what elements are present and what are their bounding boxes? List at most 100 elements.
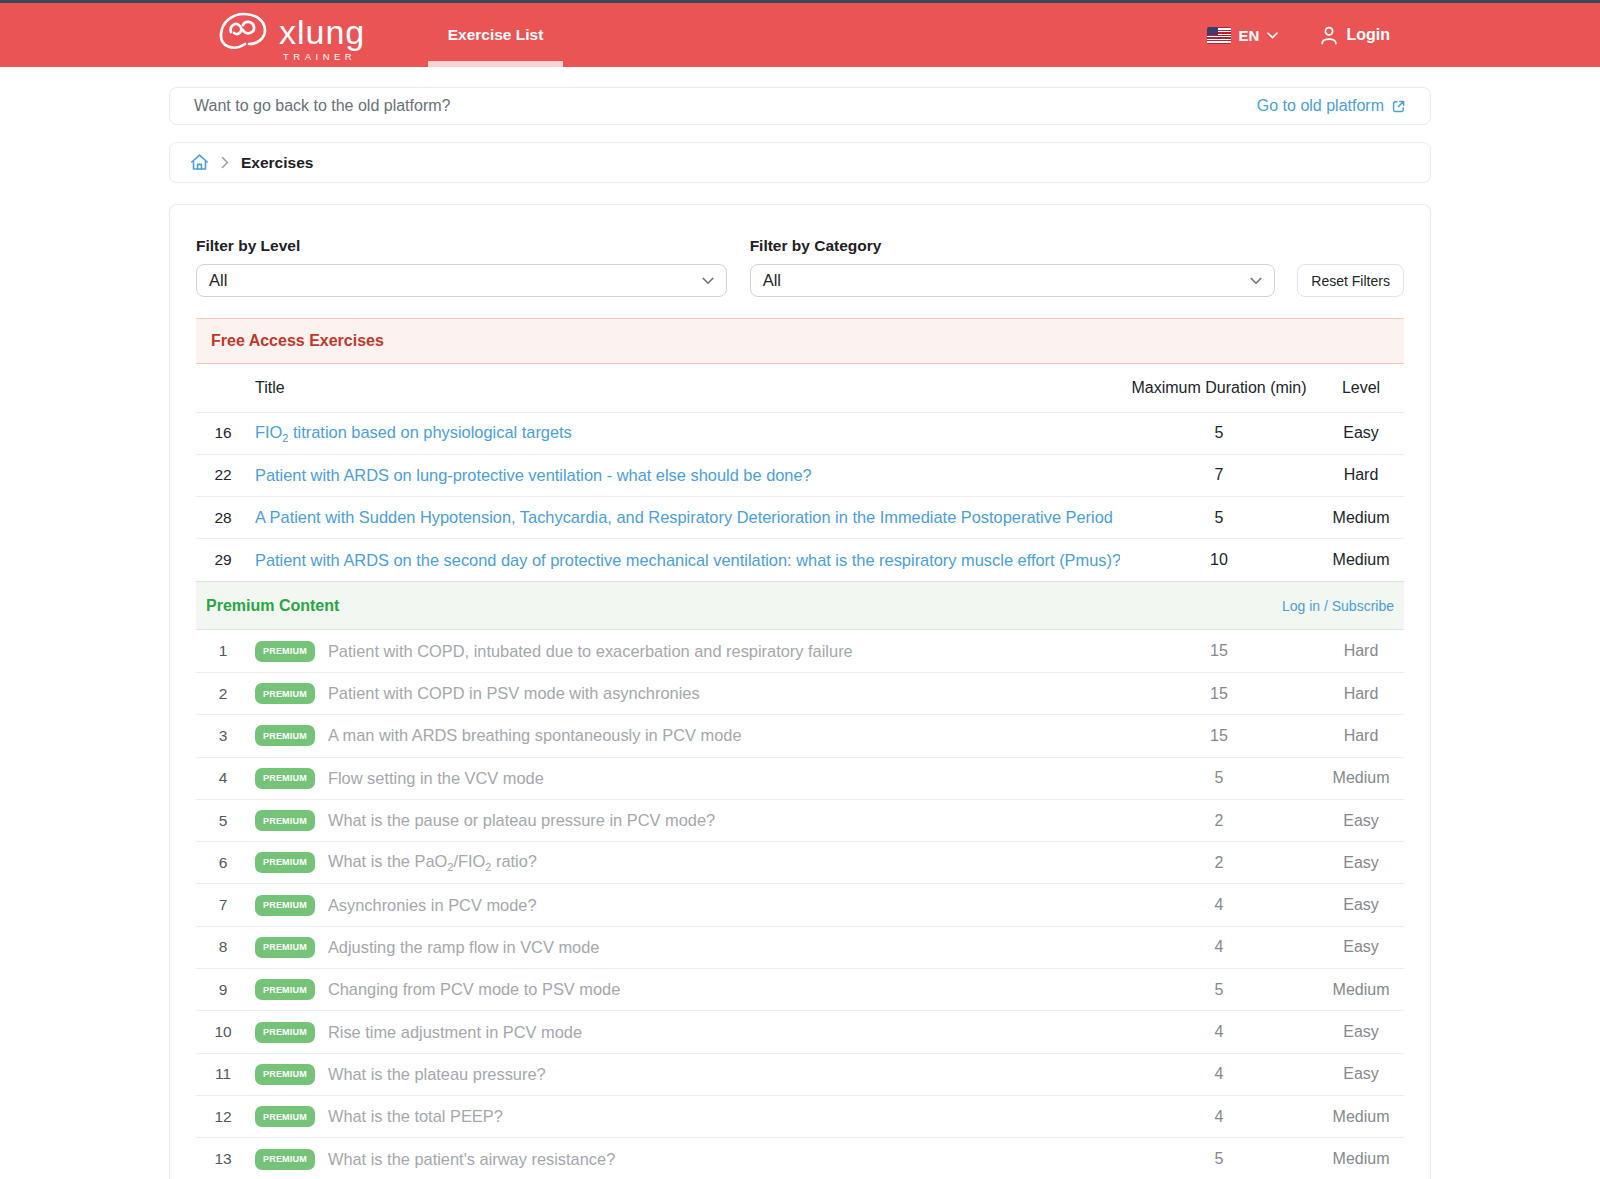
table-row: 29 Patient with ARDS on the second day of… bbox=[196, 539, 1404, 581]
external-link-icon bbox=[1391, 99, 1406, 114]
lung-logo-icon bbox=[218, 9, 270, 57]
exercise-number: 29 bbox=[196, 539, 250, 581]
exercise-number: 16 bbox=[196, 412, 250, 454]
exercise-level: Easy bbox=[1318, 1011, 1404, 1053]
exercise-link[interactable]: Patient with ARDS on the second day of p… bbox=[255, 551, 1120, 569]
user-icon bbox=[1320, 26, 1338, 45]
exercise-title-cell: PREMIUM What is the patient's airway resi… bbox=[250, 1138, 1120, 1179]
exercise-title: What is the patient's airway resistance? bbox=[328, 1149, 615, 1167]
exercise-level: Easy bbox=[1318, 884, 1404, 926]
filter-level-value: All bbox=[209, 271, 227, 290]
exercise-level: Medium bbox=[1318, 757, 1404, 799]
filter-level-select[interactable]: All bbox=[196, 264, 727, 297]
exercise-duration: 4 bbox=[1120, 1011, 1318, 1053]
premium-badge: PREMIUM bbox=[255, 725, 315, 746]
exercise-duration: 5 bbox=[1120, 1138, 1318, 1179]
banner-link-label: Go to old platform bbox=[1257, 97, 1384, 115]
language-selector[interactable]: EN bbox=[1207, 27, 1279, 44]
home-icon[interactable] bbox=[190, 153, 209, 172]
exercise-level: Medium bbox=[1318, 1138, 1404, 1179]
free-exercises-table: Title Maximum Duration (min) Level 16 FIO… bbox=[196, 364, 1404, 581]
premium-section-header: Premium Content Log in / Subscribe bbox=[196, 581, 1404, 630]
exercise-duration: 2 bbox=[1120, 799, 1318, 841]
premium-badge: PREMIUM bbox=[255, 1064, 315, 1085]
table-row: 7PREMIUMAsynchronies in PCV mode?4Easy bbox=[196, 884, 1404, 926]
logo-title: xlung bbox=[279, 15, 365, 49]
logo-subtitle: TRAINER bbox=[283, 52, 365, 62]
exercise-title-cell: PREMIUMChanging from PCV mode to PSV mod… bbox=[250, 969, 1120, 1011]
exercise-title-cell: Patient with ARDS on lung-protective ven… bbox=[250, 454, 1120, 496]
exercise-link[interactable]: FIO2 titration based on physiological ta… bbox=[255, 423, 572, 441]
tab-exercise-list[interactable]: Exercise List bbox=[428, 3, 563, 67]
exercise-link[interactable]: A Patient with Sudden Hypotension, Tachy… bbox=[255, 508, 1113, 526]
language-code: EN bbox=[1239, 27, 1260, 44]
exercise-number: 6 bbox=[196, 842, 250, 884]
premium-badge: PREMIUM bbox=[255, 641, 315, 662]
exercise-title: What is the plateau pressure? bbox=[328, 1064, 546, 1082]
column-duration: Maximum Duration (min) bbox=[1120, 364, 1318, 412]
exercise-number: 28 bbox=[196, 497, 250, 539]
app-logo[interactable]: xlung TRAINER bbox=[218, 9, 365, 62]
exercise-title-cell: PREMIUM What is the plateau pressure? bbox=[250, 1053, 1120, 1095]
exercise-title-cell: A Patient with Sudden Hypotension, Tachy… bbox=[250, 497, 1120, 539]
exercise-duration: 4 bbox=[1120, 1095, 1318, 1137]
exercise-duration: 5 bbox=[1120, 757, 1318, 799]
exercise-title: A man with ARDS breathing spontaneously … bbox=[328, 726, 742, 744]
exercise-number: 3 bbox=[196, 715, 250, 757]
exercise-duration: 2 bbox=[1120, 842, 1318, 884]
exercise-number: 8 bbox=[196, 926, 250, 968]
premium-badge: PREMIUM bbox=[255, 768, 315, 789]
premium-badge: PREMIUM bbox=[255, 683, 315, 704]
exercise-number: 4 bbox=[196, 757, 250, 799]
chevron-down-icon bbox=[1250, 277, 1262, 285]
exercise-title: Adjusting the ramp flow in VCV mode bbox=[328, 937, 600, 955]
premium-badge: PREMIUM bbox=[255, 895, 315, 916]
exercise-title-cell: FIO2 titration based on physiological ta… bbox=[250, 412, 1120, 454]
exercise-title: What is the total PEEP? bbox=[328, 1107, 503, 1125]
table-header-row: Title Maximum Duration (min) Level bbox=[196, 364, 1404, 412]
app-header: xlung TRAINER Exercise List EN Login bbox=[0, 3, 1600, 67]
exercise-title-cell: PREMIUMWhat is the PaO2/FIO2 ratio? bbox=[250, 842, 1120, 884]
table-row: 2PREMIUMPatient with COPD in PSV mode wi… bbox=[196, 672, 1404, 714]
go-to-old-platform-link[interactable]: Go to old platform bbox=[1257, 97, 1406, 115]
login-subscribe-link[interactable]: Log in / Subscribe bbox=[1282, 598, 1394, 614]
exercise-title-cell: PREMIUM A man with ARDS breathing spontan… bbox=[250, 715, 1120, 757]
exercise-number: 11 bbox=[196, 1053, 250, 1095]
reset-filters-button[interactable]: Reset Filters bbox=[1297, 264, 1404, 297]
banner-message: Want to go back to the old platform? bbox=[194, 97, 450, 115]
us-flag-icon bbox=[1207, 27, 1231, 44]
filter-category-value: All bbox=[763, 271, 781, 290]
exercise-number: 22 bbox=[196, 454, 250, 496]
filter-category-select[interactable]: All bbox=[750, 264, 1276, 297]
exercise-level: Hard bbox=[1318, 630, 1404, 672]
exercise-number: 9 bbox=[196, 969, 250, 1011]
login-button[interactable]: Login bbox=[1320, 26, 1390, 45]
breadcrumb-separator bbox=[221, 156, 229, 169]
table-row: 6PREMIUMWhat is the PaO2/FIO2 ratio?2Eas… bbox=[196, 842, 1404, 884]
exercise-level: Medium bbox=[1318, 497, 1404, 539]
exercise-title-cell: PREMIUM Adjusting the ramp flow in VCV mo… bbox=[250, 926, 1120, 968]
exercise-link[interactable]: Patient with ARDS on lung-protective ven… bbox=[255, 466, 812, 484]
exercise-level: Easy bbox=[1318, 842, 1404, 884]
free-access-section-header: Free Access Exercises bbox=[196, 318, 1404, 364]
exercise-number: 5 bbox=[196, 799, 250, 841]
exercise-duration: 5 bbox=[1120, 412, 1318, 454]
exercise-title: Asynchronies in PCV mode? bbox=[328, 895, 537, 913]
exercise-level: Hard bbox=[1318, 715, 1404, 757]
premium-badge: PREMIUM bbox=[255, 937, 315, 958]
premium-badge: PREMIUM bbox=[255, 979, 315, 1000]
exercise-level: Medium bbox=[1318, 1095, 1404, 1137]
exercise-title-cell: PREMIUM Asynchronies in PCV mode? bbox=[250, 884, 1120, 926]
exercise-number: 12 bbox=[196, 1095, 250, 1137]
premium-badge: PREMIUM bbox=[255, 1149, 315, 1170]
exercise-level: Easy bbox=[1318, 926, 1404, 968]
premium-badge: PREMIUM bbox=[255, 1106, 315, 1127]
table-row: 3PREMIUM A man with ARDS breathing sponta… bbox=[196, 715, 1404, 757]
table-row: 9PREMIUMChanging from PCV mode to PSV mo… bbox=[196, 969, 1404, 1011]
column-number bbox=[196, 364, 250, 412]
table-row: 12PREMIUM What is the total PEEP? 4Medium bbox=[196, 1095, 1404, 1137]
table-row: 4PREMIUMFlow setting in the VCV mode5Med… bbox=[196, 757, 1404, 799]
chevron-down-icon bbox=[702, 277, 714, 285]
premium-badge: PREMIUM bbox=[255, 810, 315, 831]
column-title: Title bbox=[250, 364, 1120, 412]
